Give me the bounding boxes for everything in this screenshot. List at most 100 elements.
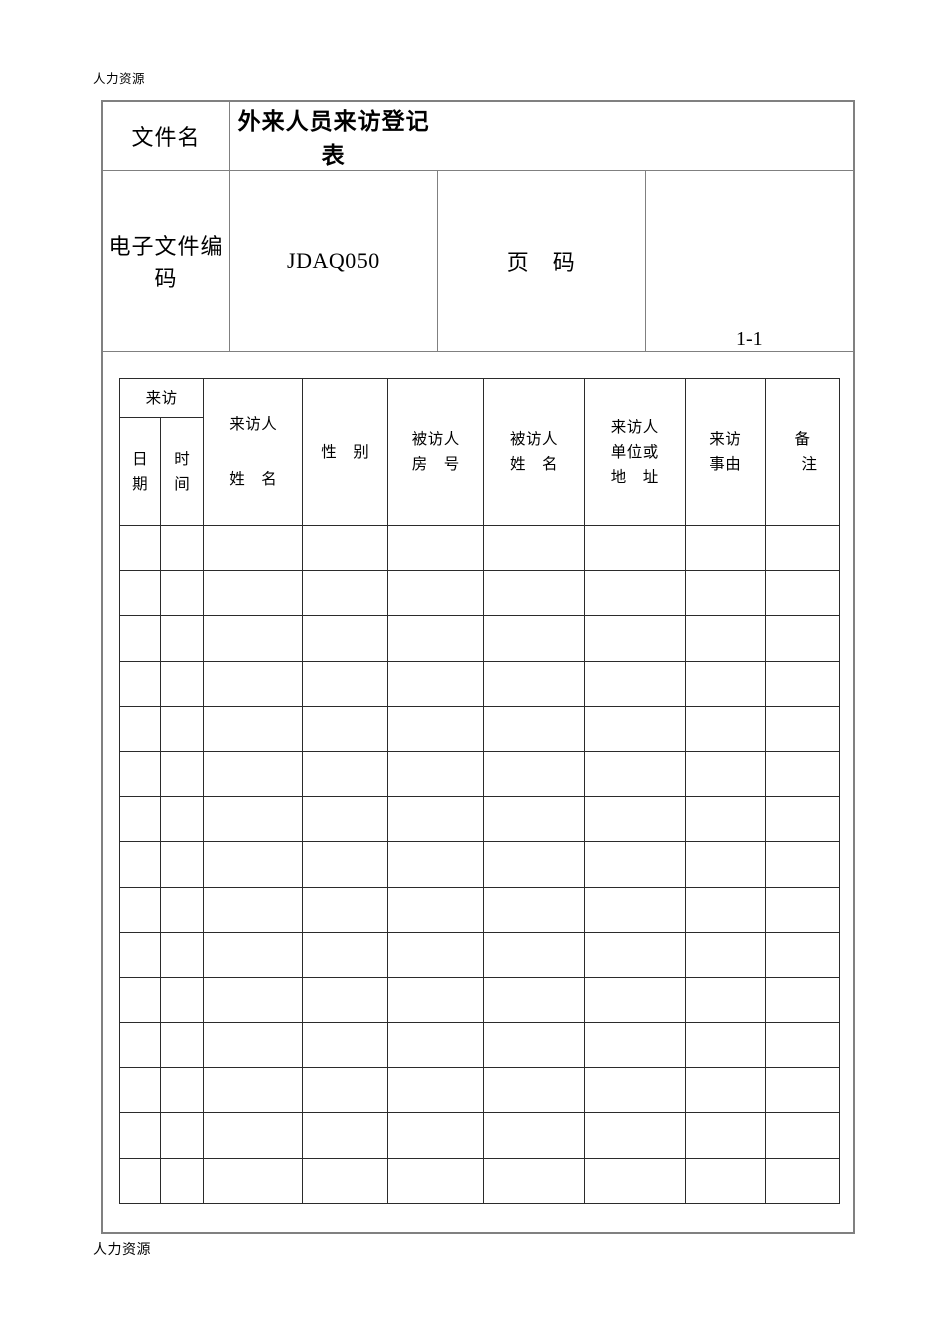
table-row[interactable]: [118, 615, 841, 662]
cell-host_name[interactable]: [483, 841, 585, 888]
cell-remark[interactable]: [764, 750, 841, 798]
cell-visit_reason[interactable]: [684, 1157, 766, 1204]
cell-gender[interactable]: [302, 705, 389, 752]
cell-visit_reason[interactable]: [684, 796, 766, 843]
cell-visitor_name[interactable]: [203, 1022, 304, 1069]
cell-host_room[interactable]: [387, 1067, 485, 1114]
cell-visitor_name[interactable]: [203, 796, 304, 843]
cell-visitor_org[interactable]: [583, 615, 686, 662]
cell-visit_reason[interactable]: [684, 570, 766, 617]
cell-gender[interactable]: [302, 570, 389, 617]
cell-visit_reason[interactable]: [684, 1112, 766, 1159]
cell-visitor_name[interactable]: [203, 524, 304, 572]
cell-visit_date[interactable]: [118, 750, 162, 798]
cell-visit_date[interactable]: [118, 570, 162, 617]
cell-gender[interactable]: [302, 615, 389, 662]
cell-host_room[interactable]: [387, 796, 485, 843]
cell-visit_reason[interactable]: [684, 976, 766, 1024]
cell-remark[interactable]: [764, 1112, 841, 1159]
cell-visit_time[interactable]: [160, 931, 205, 978]
cell-visit_date[interactable]: [118, 931, 162, 978]
cell-remark[interactable]: [764, 931, 841, 978]
cell-host_room[interactable]: [387, 615, 485, 662]
cell-remark[interactable]: [764, 615, 841, 662]
cell-gender[interactable]: [302, 1157, 389, 1204]
cell-remark[interactable]: [764, 796, 841, 843]
table-row[interactable]: [118, 1022, 841, 1069]
cell-visitor_org[interactable]: [583, 931, 686, 978]
cell-visitor_org[interactable]: [583, 1112, 686, 1159]
cell-visit_date[interactable]: [118, 841, 162, 888]
cell-host_room[interactable]: [387, 931, 485, 978]
cell-visit_time[interactable]: [160, 524, 205, 572]
cell-visitor_org[interactable]: [583, 796, 686, 843]
cell-gender[interactable]: [302, 1112, 389, 1159]
table-row[interactable]: [118, 750, 841, 798]
cell-host_room[interactable]: [387, 705, 485, 752]
cell-visitor_name[interactable]: [203, 705, 304, 752]
cell-visit_reason[interactable]: [684, 750, 766, 798]
cell-visit_time[interactable]: [160, 841, 205, 888]
cell-visit_reason[interactable]: [684, 615, 766, 662]
table-row[interactable]: [118, 524, 841, 572]
cell-visit_date[interactable]: [118, 796, 162, 843]
cell-visit_reason[interactable]: [684, 1022, 766, 1069]
cell-visitor_org[interactable]: [583, 1022, 686, 1069]
cell-gender[interactable]: [302, 660, 389, 707]
cell-visitor_org[interactable]: [583, 886, 686, 933]
cell-visitor_org[interactable]: [583, 660, 686, 707]
cell-visit_date[interactable]: [118, 886, 162, 933]
cell-visitor_org[interactable]: [583, 1157, 686, 1204]
cell-remark[interactable]: [764, 976, 841, 1024]
cell-host_name[interactable]: [483, 615, 585, 662]
table-row[interactable]: [118, 796, 841, 843]
cell-visitor_name[interactable]: [203, 1157, 304, 1204]
cell-visitor_name[interactable]: [203, 570, 304, 617]
cell-gender[interactable]: [302, 931, 389, 978]
cell-visit_date[interactable]: [118, 1022, 162, 1069]
cell-host_name[interactable]: [483, 1112, 585, 1159]
cell-gender[interactable]: [302, 1022, 389, 1069]
cell-remark[interactable]: [764, 841, 841, 888]
cell-visit_time[interactable]: [160, 615, 205, 662]
table-row[interactable]: [118, 931, 841, 978]
cell-gender[interactable]: [302, 796, 389, 843]
cell-visitor_name[interactable]: [203, 841, 304, 888]
cell-visitor_name[interactable]: [203, 615, 304, 662]
cell-host_name[interactable]: [483, 750, 585, 798]
cell-host_room[interactable]: [387, 750, 485, 798]
cell-remark[interactable]: [764, 1157, 841, 1204]
cell-gender[interactable]: [302, 841, 389, 888]
cell-host_room[interactable]: [387, 570, 485, 617]
cell-visitor_name[interactable]: [203, 931, 304, 978]
cell-visit_time[interactable]: [160, 1067, 205, 1114]
cell-visitor_org[interactable]: [583, 841, 686, 888]
cell-host_name[interactable]: [483, 705, 585, 752]
cell-visit_date[interactable]: [118, 615, 162, 662]
cell-remark[interactable]: [764, 705, 841, 752]
cell-host_name[interactable]: [483, 660, 585, 707]
cell-visit_date[interactable]: [118, 705, 162, 752]
cell-remark[interactable]: [764, 524, 841, 572]
cell-host_room[interactable]: [387, 886, 485, 933]
table-row[interactable]: [118, 660, 841, 707]
cell-host_room[interactable]: [387, 524, 485, 572]
cell-visit_date[interactable]: [118, 1112, 162, 1159]
cell-host_room[interactable]: [387, 976, 485, 1024]
cell-host_room[interactable]: [387, 841, 485, 888]
cell-visit_reason[interactable]: [684, 524, 766, 572]
cell-host_name[interactable]: [483, 1067, 585, 1114]
cell-visit_time[interactable]: [160, 705, 205, 752]
cell-remark[interactable]: [764, 1067, 841, 1114]
cell-visit_date[interactable]: [118, 524, 162, 572]
cell-visitor_org[interactable]: [583, 1067, 686, 1114]
table-row[interactable]: [118, 1157, 841, 1204]
cell-host_room[interactable]: [387, 1157, 485, 1204]
cell-gender[interactable]: [302, 1067, 389, 1114]
cell-visit_time[interactable]: [160, 796, 205, 843]
cell-remark[interactable]: [764, 1022, 841, 1069]
cell-host_name[interactable]: [483, 1022, 585, 1069]
table-row[interactable]: [118, 570, 841, 617]
cell-visit_reason[interactable]: [684, 660, 766, 707]
cell-gender[interactable]: [302, 976, 389, 1024]
